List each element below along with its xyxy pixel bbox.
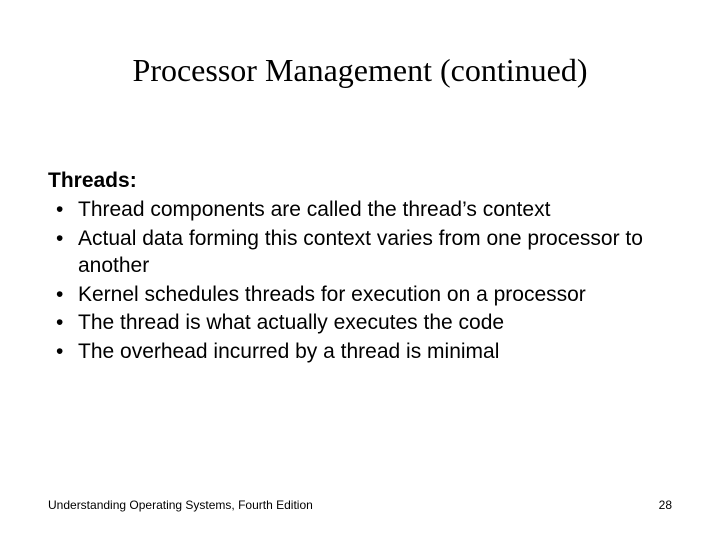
page-number: 28 bbox=[659, 498, 672, 512]
list-item: Thread components are called the thread’… bbox=[48, 197, 668, 224]
bullet-text: The thread is what actually executes the… bbox=[78, 311, 504, 334]
bullet-list: Thread components are called the thread’… bbox=[48, 197, 668, 366]
body-heading: Threads: bbox=[48, 168, 668, 195]
slide-body: Threads: Thread components are called th… bbox=[48, 168, 668, 368]
list-item: Actual data forming this context varies … bbox=[48, 226, 668, 280]
bullet-text: Thread components are called the thread’… bbox=[78, 198, 550, 221]
footer-source: Understanding Operating Systems, Fourth … bbox=[48, 498, 313, 512]
slide-title: Processor Management (continued) bbox=[0, 52, 720, 89]
bullet-text: Actual data forming this context varies … bbox=[78, 227, 643, 277]
slide: Processor Management (continued) Threads… bbox=[0, 0, 720, 540]
list-item: The thread is what actually executes the… bbox=[48, 310, 668, 337]
list-item: The overhead incurred by a thread is min… bbox=[48, 339, 668, 366]
bullet-text: The overhead incurred by a thread is min… bbox=[78, 340, 499, 363]
bullet-text: Kernel schedules threads for execution o… bbox=[78, 283, 586, 306]
list-item: Kernel schedules threads for execution o… bbox=[48, 282, 668, 309]
